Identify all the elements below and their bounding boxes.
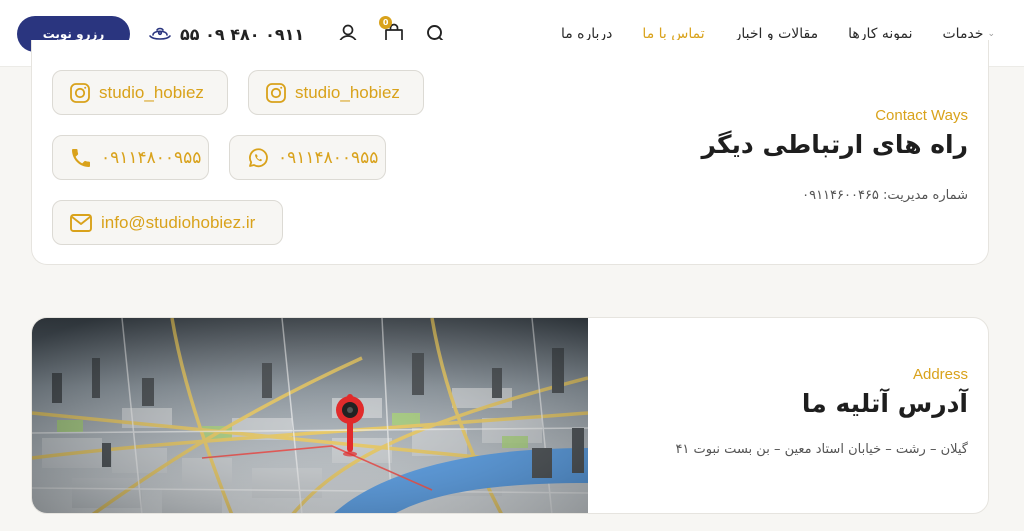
instagram-link-1[interactable]: studio_hobiez [52,70,228,115]
section-title: آدرس آتلیه ما [801,389,968,418]
instagram-link-2[interactable]: studio_hobiez [248,70,424,115]
instagram-handle: studio_hobiez [295,82,400,102]
section-kicker: Address [912,366,968,383]
address-text: گیلان – رشت – خیابان استاد معین – بن بست… [675,442,968,457]
whatsapp-link[interactable]: ۰۹۱۱۴۸۰۰۹۵۵ [229,135,386,180]
instagram-icon [266,82,286,103]
instagram-icon [70,82,90,103]
email-icon [70,213,92,232]
phone-number: ۰۹۱۱۴۸۰۰۹۵۵ [101,147,202,167]
phone-icon [72,148,90,167]
section-kicker: Contact Ways [875,107,968,124]
manager-phone: شماره مدیریت: ۰۹۱۱۴۶۰۰۴۶۵ [802,188,968,203]
email-address: info@studiohobiez.ir [101,212,256,232]
map-image[interactable] [32,318,588,514]
instagram-handle: studio_hobiez [99,82,204,102]
email-link[interactable]: info@studiohobiez.ir [52,200,283,245]
whatsapp-number: ۰۹۱۱۴۸۰۰۹۵۵ [278,147,379,167]
whatsapp-icon [249,147,268,167]
chevron-down-icon: ⌄ [987,28,995,39]
contact-ways-card: Contact Ways راه های ارتباطی دیگر شماره … [31,40,989,265]
address-card: Address آدرس آتلیه ما گیلان – رشت – خیاب… [31,317,989,514]
phone-link[interactable]: ۰۹۱۱۴۸۰۰۹۵۵ [52,135,209,180]
section-title: راه های ارتباطی دیگر [701,130,968,159]
